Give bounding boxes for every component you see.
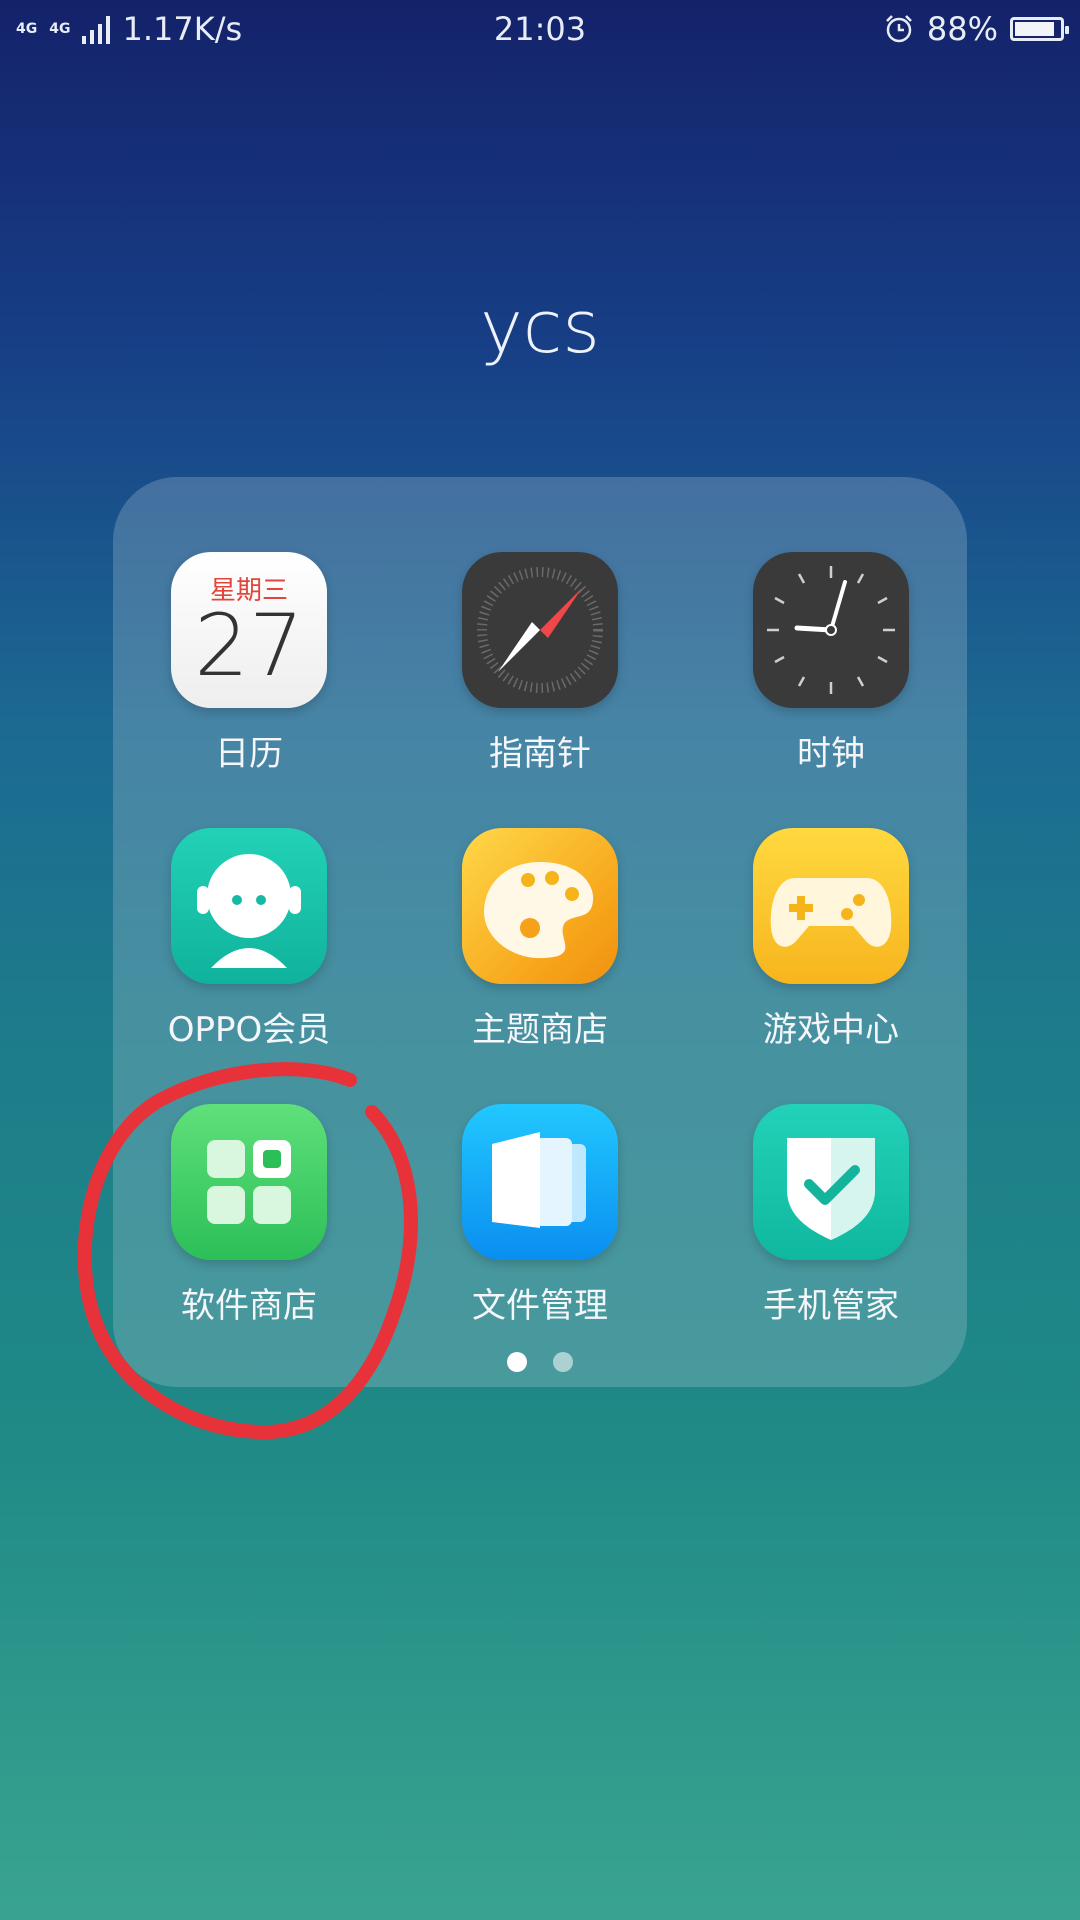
app-clock[interactable]: 时钟 <box>695 477 967 774</box>
status-left: 4G 4G 1.17K/s <box>16 10 242 48</box>
calendar-icon: 星期三 27 <box>171 552 327 708</box>
app-grid: 星期三 27 日历 指南针 时钟 OPPO会员 主题商店 游戏中心 软件商店 文… <box>113 477 967 1387</box>
app-store-icon <box>171 1104 327 1260</box>
oppo-member-icon <box>171 828 327 984</box>
alarm-icon <box>885 15 912 43</box>
app-folder: 星期三 27 日历 指南针 时钟 OPPO会员 主题商店 游戏中心 软件商店 文… <box>113 477 967 1387</box>
folder-title[interactable]: ycs <box>0 285 1080 369</box>
file-manager-icon <box>462 1104 618 1260</box>
battery-percent: 88% <box>926 10 998 48</box>
app-theme-store[interactable]: 主题商店 <box>404 753 676 1050</box>
network-type-label-2: 4G <box>49 21 71 37</box>
clock-icon <box>753 552 909 708</box>
phone-manager-icon <box>753 1104 909 1260</box>
app-phone-manager[interactable]: 手机管家 <box>695 1029 967 1326</box>
battery-icon <box>1010 17 1069 41</box>
game-center-icon <box>753 828 909 984</box>
app-software-store[interactable]: 软件商店 <box>113 1029 385 1326</box>
status-bar: 4G 4G 1.17K/s 21:03 88% <box>0 0 1080 58</box>
signal-strength-icon <box>82 14 111 44</box>
app-game-center[interactable]: 游戏中心 <box>695 753 967 1050</box>
app-compass[interactable]: 指南针 <box>404 477 676 774</box>
page-dot-active[interactable] <box>507 1352 527 1372</box>
network-type-icon: 4G <box>16 22 37 36</box>
app-label: 手机管家 <box>763 1286 899 1326</box>
page-indicator <box>113 1352 967 1372</box>
app-label: 文件管理 <box>472 1286 608 1326</box>
compass-icon <box>462 552 618 708</box>
app-label: 软件商店 <box>181 1286 317 1326</box>
app-oppo-member[interactable]: OPPO会员 <box>113 753 385 1050</box>
page-dot[interactable] <box>553 1352 573 1372</box>
network-type-icon-2: 4G <box>49 22 70 36</box>
status-right: 88% <box>883 10 1069 48</box>
network-speed: 1.17K/s <box>122 10 243 48</box>
app-file-manager[interactable]: 文件管理 <box>404 1029 676 1326</box>
app-calendar[interactable]: 星期三 27 日历 <box>113 477 385 774</box>
theme-store-icon <box>462 828 618 984</box>
calendar-date: 27 <box>194 596 304 696</box>
network-type-label: 4G <box>16 21 38 37</box>
